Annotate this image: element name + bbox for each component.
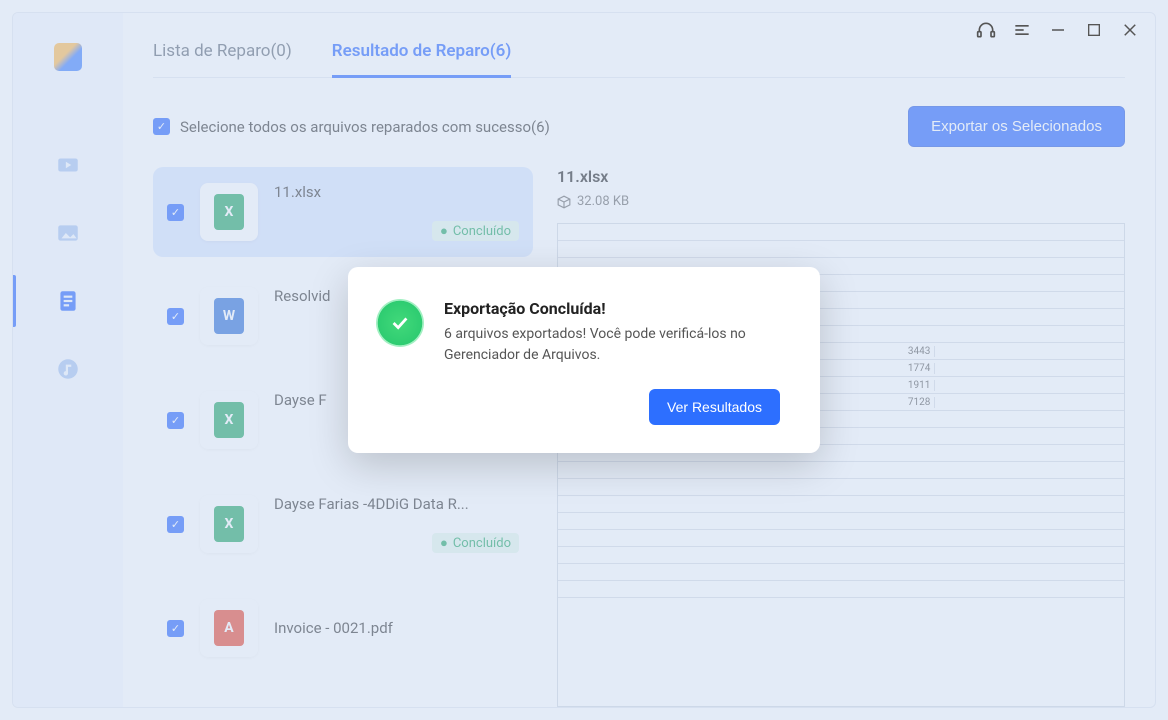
close-icon[interactable] bbox=[1120, 20, 1140, 40]
view-results-button[interactable]: Ver Resultados bbox=[649, 389, 780, 425]
minimize-icon[interactable] bbox=[1048, 20, 1068, 40]
menu-icon[interactable] bbox=[1012, 20, 1032, 40]
modal-text: 6 arquivos exportados! Você pode verific… bbox=[444, 324, 780, 365]
export-complete-modal: Exportação Concluída! 6 arquivos exporta… bbox=[348, 267, 820, 453]
modal-title: Exportação Concluída! bbox=[444, 299, 780, 318]
modal-overlay: Exportação Concluída! 6 arquivos exporta… bbox=[0, 0, 1168, 720]
maximize-icon[interactable] bbox=[1084, 20, 1104, 40]
support-headset-icon[interactable] bbox=[976, 20, 996, 40]
success-check-icon bbox=[376, 299, 424, 347]
titlebar-controls bbox=[976, 20, 1140, 40]
